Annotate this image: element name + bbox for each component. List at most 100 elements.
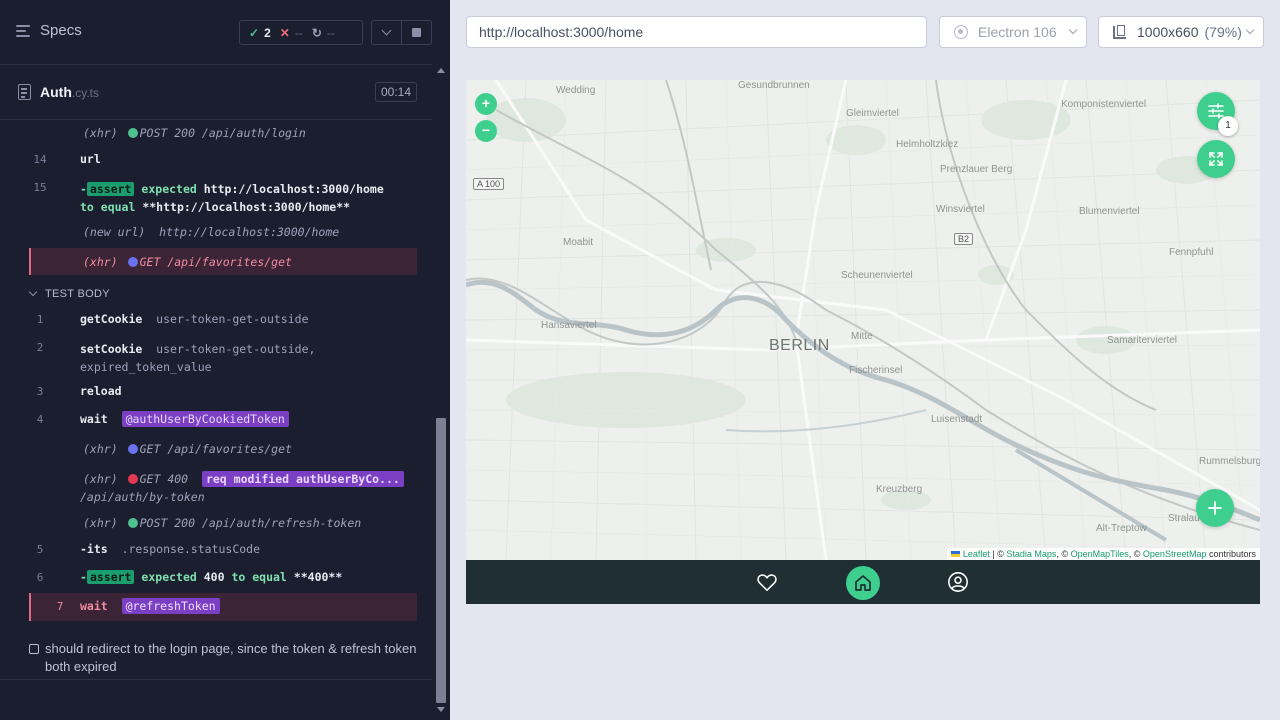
map-attribution: Leaflet | © Stadia Maps, © OpenMapTiles,… — [947, 548, 1260, 560]
assert-badge: assert — [86, 570, 135, 584]
log-command-row[interactable]: -its .response.statusCode — [80, 542, 260, 556]
bottom-navbar — [466, 560, 1260, 604]
chevron-down-icon — [28, 287, 38, 297]
alias-badge: req modified authUserByCo... — [201, 471, 404, 487]
map-label: Prenzlauer Berg — [940, 164, 1013, 175]
stop-icon — [412, 28, 421, 37]
status-dot — [127, 257, 138, 267]
status-dot — [127, 128, 138, 138]
spinner-icon: ↻ — [311, 25, 322, 40]
map-label: Alt-Treptow — [1096, 523, 1147, 534]
log-xhr-row[interactable]: (xhr) GET /api/favorites/get — [83, 442, 292, 456]
app-preview: Wedding Gesundbrunnen Gleimviertel Kompo… — [466, 80, 1260, 604]
line-number: 2 — [36, 341, 44, 354]
line-number: 3 — [36, 385, 44, 398]
pending-count: ↻ -- — [311, 25, 335, 40]
map-label: Gesundbrunnen — [738, 80, 810, 91]
electron-icon — [954, 25, 968, 39]
log-xhr-row[interactable]: (xhr) GET 400 req modified authUserByCo..… — [80, 470, 415, 506]
scroll-up-arrow[interactable] — [437, 68, 445, 73]
road-shield: A 100 — [473, 178, 505, 190]
scrollbar-thumb[interactable] — [436, 418, 446, 703]
runner-controls — [371, 20, 432, 45]
map-label: Stralau — [1168, 513, 1200, 524]
log-command-row[interactable]: getCookie user-token-get-outside — [80, 312, 309, 326]
status-dot — [127, 518, 138, 528]
menu-icon — [16, 24, 30, 37]
ruler-icon — [1113, 25, 1126, 39]
log-command-row[interactable]: url — [80, 152, 101, 166]
command-log-panel: Specs ✓ 2 ✕ -- ↻ -- Auth.cy.ts 00:14 (xhr) P… — [0, 0, 450, 720]
line-number: 1 — [36, 313, 44, 326]
chevron-down-icon — [1068, 25, 1078, 35]
map[interactable]: Wedding Gesundbrunnen Gleimviertel Kompo… — [466, 80, 1260, 560]
test-body-header[interactable]: TEST BODY — [28, 287, 110, 300]
map-label: Kreuzberg — [876, 484, 923, 495]
status-dot — [127, 474, 138, 484]
log-newurl-row[interactable]: (new url) http://localhost:3000/home — [83, 225, 339, 239]
chevron-down-icon — [381, 25, 392, 36]
log-command-row-failed[interactable]: 7 wait @refreshToken — [29, 593, 417, 621]
profile-nav-button[interactable] — [947, 571, 969, 593]
collapse-button[interactable] — [372, 21, 402, 44]
line-number: 15 — [33, 181, 47, 194]
log-command-row[interactable]: reload — [80, 384, 122, 398]
viewport-selector[interactable]: 1000x660 (79%) — [1098, 16, 1264, 48]
map-label: Samariterviertel — [1107, 335, 1178, 346]
heart-icon — [757, 574, 777, 592]
assert-badge: assert — [86, 182, 135, 196]
zoom-out-button[interactable]: − — [475, 120, 497, 142]
log-xhr-row[interactable]: (xhr) POST 200 /api/auth/login — [83, 126, 306, 140]
filter-count-badge: 1 — [1218, 116, 1238, 136]
url-bar[interactable]: http://localhost:3000/home — [466, 16, 927, 48]
stop-button[interactable] — [402, 21, 431, 44]
spec-file-header[interactable]: Auth.cy.ts — [0, 65, 432, 120]
road-shield: B2 — [954, 233, 974, 245]
log-command-row[interactable]: wait @authUserByCookiedToken — [80, 411, 289, 427]
log-assert-row[interactable]: - assert expected http://localhost:3000/h… — [80, 180, 420, 216]
map-label: Fischerinsel — [849, 365, 903, 376]
map-label: Scheunenviertel — [841, 270, 913, 281]
home-icon — [855, 575, 871, 591]
favorites-nav-button[interactable] — [756, 571, 778, 593]
failed-count: ✕ -- — [279, 25, 303, 40]
spec-file-name: Auth.cy.ts — [40, 84, 100, 100]
home-nav-button[interactable] — [846, 566, 880, 600]
test-title: should redirect to the login page, since… — [45, 641, 417, 674]
zoom-in-button[interactable]: + — [475, 93, 497, 115]
log-assert-row[interactable]: - assert expected 400 to equal **400** — [80, 570, 342, 584]
log-xhr-row[interactable]: (xhr) POST 200 /api/auth/refresh-token — [83, 516, 361, 530]
user-icon — [948, 572, 968, 592]
plus-icon — [1208, 501, 1222, 515]
line-number: 14 — [33, 153, 47, 166]
stadia-link[interactable]: Stadia Maps — [1006, 549, 1056, 559]
map-label: Wedding — [556, 85, 596, 96]
test-stats: ✓ 2 ✕ -- ↻ -- — [239, 20, 363, 45]
map-label: Mitte — [851, 331, 873, 342]
map-label: Hansaviertel — [541, 320, 597, 331]
fullscreen-icon — [1209, 152, 1223, 166]
specs-link[interactable]: Specs — [16, 22, 82, 39]
line-number: 5 — [36, 543, 44, 556]
chevron-down-icon — [1245, 25, 1255, 35]
ukraine-flag-icon — [951, 551, 961, 557]
passed-count: ✓ 2 — [249, 25, 271, 40]
leaflet-link[interactable]: Leaflet — [963, 549, 990, 559]
map-label: Luisenstadt — [931, 414, 983, 425]
browser-selector[interactable]: Electron 106 — [939, 16, 1087, 48]
openmaptiles-link[interactable]: OpenMapTiles — [1071, 549, 1129, 559]
alias-badge: @authUserByCookiedToken — [121, 411, 289, 427]
map-label: Blumenviertel — [1079, 206, 1140, 217]
map-label: Fennpfuhl — [1169, 247, 1214, 258]
add-button[interactable] — [1196, 489, 1234, 527]
map-label: Gleimviertel — [846, 108, 899, 119]
log-xhr-row-highlighted[interactable]: (xhr) GET /api/favorites/get — [29, 248, 417, 275]
log-command-row[interactable]: setCookie user-token-get-outside, expired… — [80, 340, 315, 376]
scroll-down-arrow[interactable] — [437, 707, 445, 712]
osm-link[interactable]: OpenStreetMap — [1143, 549, 1207, 559]
status-dot — [127, 444, 138, 454]
fullscreen-button[interactable] — [1197, 140, 1235, 178]
spec-duration: 00:14 — [375, 82, 417, 102]
map-label: Moabit — [563, 237, 594, 248]
line-number: 4 — [36, 413, 44, 426]
